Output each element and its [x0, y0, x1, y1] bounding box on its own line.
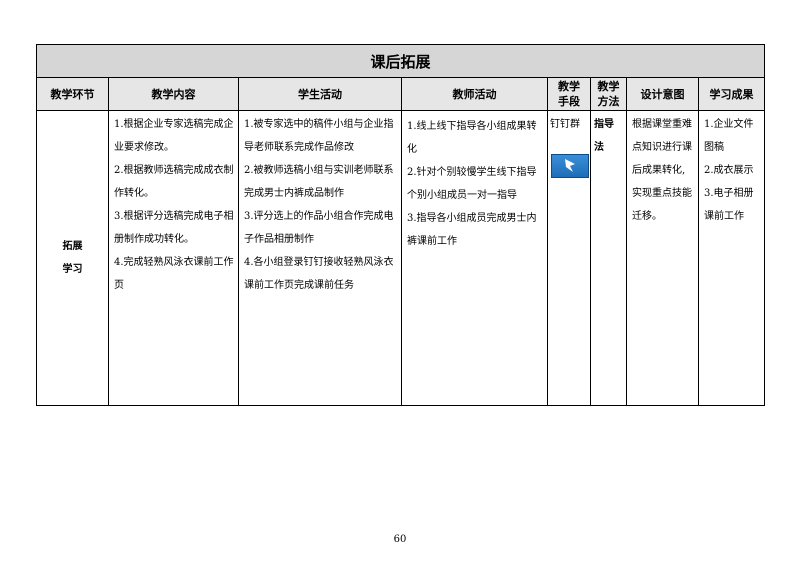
content-cell: 1.根据企业专家选稿完成企业要求修改。 2.根据教师选稿完成成衣制作转化。 3.… — [108, 110, 239, 406]
content-item: 4.完成轻熟风泳衣课前工作页 — [114, 257, 234, 291]
outcome-item: 2.成衣展示 — [704, 165, 754, 176]
stage-cell: 拓展 学习 — [36, 110, 109, 406]
student-item: 4.各小组登录钉钉接收轻熟风泳衣课前工作页完成课前任务 — [244, 257, 394, 291]
header-means-label: 教学 手段 — [558, 80, 580, 108]
header-student-activity: 学生活动 — [238, 77, 402, 111]
student-item: 1.被专家选中的稿件小组与企业指导老师联系完成作品修改 — [244, 119, 394, 153]
means-cell: 钉钉群 — [547, 110, 591, 406]
header-outcomes: 学习成果 — [697, 77, 766, 111]
dingtalk-app-icon — [551, 154, 589, 178]
teacher-activity-cell: 1.线上线下指导各小组成果转化 2.针对个别较慢学生线下指导个别小组成员一对一指… — [401, 110, 548, 406]
outcomes-cell: 1.企业文件图稿 2.成衣展示 3.电子相册课前工作 — [697, 110, 766, 406]
student-activity-cell: 1.被专家选中的稿件小组与企业指导老师联系完成作品修改 2.被教师选稿小组与实训… — [238, 110, 402, 406]
header-method-label: 教学 方法 — [597, 80, 620, 108]
outcome-item: 3.电子相册课前工作 — [704, 188, 754, 222]
stage-line-2: 学习 — [62, 264, 83, 275]
table-title: 课后拓展 — [35, 44, 766, 78]
header-intent: 设计意图 — [626, 77, 699, 111]
header-means: 教学 手段 — [547, 77, 591, 111]
header-teacher-activity: 教师活动 — [401, 77, 548, 111]
outcome-item: 1.企业文件图稿 — [704, 119, 754, 153]
content-item: 3.根据评分选稿完成电子相册制作成功转化。 — [114, 211, 234, 245]
teacher-item: 2.针对个别较慢学生线下指导个别小组成员一对一指导 — [407, 167, 537, 201]
content-item: 2.根据教师选稿完成成衣制作转化。 — [114, 165, 234, 199]
content-item: 1.根据企业专家选稿完成企业要求修改。 — [114, 119, 234, 153]
method-cell: 指导法 — [590, 110, 627, 406]
header-stage: 教学环节 — [36, 77, 109, 111]
page-number: 60 — [393, 534, 407, 545]
method-label: 指导法 — [594, 119, 614, 153]
teacher-item: 3.指导各小组成员完成男士内裤课前工作 — [407, 213, 537, 247]
header-content: 教学内容 — [108, 77, 239, 111]
student-item: 2.被教师选稿小组与实训老师联系完成男士内裤成品制作 — [244, 165, 394, 199]
lesson-plan-table: 课后拓展 教学环节 教学内容 学生活动 教师活动 教学 手段 教学 方法 设计意… — [35, 44, 766, 406]
stage-line-1: 拓展 — [62, 241, 83, 252]
intent-text: 根据课堂重难点知识进行课后成果转化,实现重点技能迁移。 — [632, 119, 692, 222]
teacher-item: 1.线上线下指导各小组成果转化 — [407, 121, 537, 155]
student-item: 3.评分选上的作品小组合作完成电子作品相册制作 — [244, 211, 394, 245]
means-label: 钉钉群 — [550, 119, 580, 130]
header-method: 教学 方法 — [590, 77, 627, 111]
intent-cell: 根据课堂重难点知识进行课后成果转化,实现重点技能迁移。 — [626, 110, 699, 406]
